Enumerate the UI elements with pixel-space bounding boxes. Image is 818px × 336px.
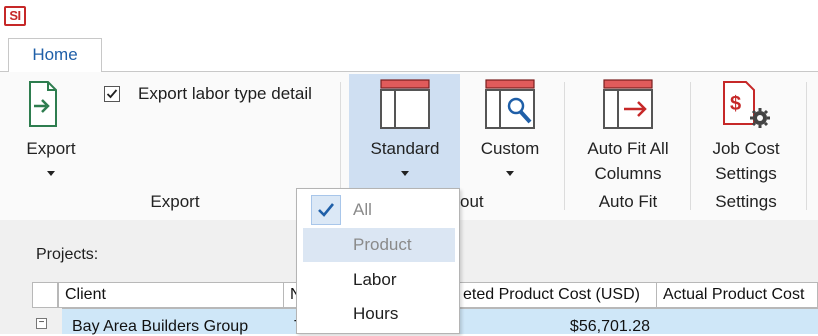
menu-item-hours-label: Hours bbox=[353, 304, 399, 323]
custom-button-label: Custom bbox=[480, 139, 540, 158]
autofit-label-line2: Columns bbox=[594, 164, 662, 183]
column-header-budgeted-product-cost[interactable]: eted Product Cost (USD) bbox=[456, 282, 657, 308]
job-cost-label-line1: Job Cost bbox=[712, 139, 780, 158]
export-labor-checkbox[interactable] bbox=[104, 86, 120, 102]
export-button[interactable]: Export bbox=[14, 78, 88, 184]
row-client: Bay Area Builders Group bbox=[72, 318, 249, 335]
layout-custom-icon bbox=[485, 79, 535, 129]
export-button-label: Export bbox=[26, 139, 76, 158]
custom-button[interactable]: Custom bbox=[462, 78, 558, 184]
chevron-down-icon bbox=[47, 171, 55, 176]
checkmark-icon bbox=[106, 89, 118, 99]
group-label-layout: out bbox=[460, 192, 484, 211]
menu-item-product-label: Product bbox=[353, 235, 412, 254]
group-separator bbox=[690, 82, 691, 210]
check-icon bbox=[311, 195, 341, 225]
group-label-autofit: Auto Fit bbox=[598, 192, 658, 211]
job-cost-settings-icon: $ bbox=[723, 81, 770, 128]
menu-item-all[interactable]: All bbox=[303, 193, 455, 227]
row-budgeted-cost: $56,701.28 bbox=[569, 318, 650, 335]
group-label-export: Export bbox=[150, 192, 200, 211]
projects-label: Projects: bbox=[36, 246, 99, 263]
job-cost-settings-button[interactable]: $ Job Cost Settings bbox=[696, 78, 796, 188]
svg-text:$: $ bbox=[730, 93, 741, 115]
layout-standard-icon bbox=[380, 79, 430, 129]
autofit-all-columns-button[interactable]: Auto Fit All Columns bbox=[572, 78, 684, 188]
app-logo: SI bbox=[4, 6, 26, 26]
autofit-columns-icon bbox=[603, 79, 653, 129]
chevron-down-icon bbox=[401, 171, 409, 176]
job-cost-label-line2: Settings bbox=[715, 164, 777, 183]
tab-home[interactable]: Home bbox=[8, 38, 102, 72]
menu-item-hours[interactable]: Hours bbox=[303, 297, 455, 331]
column-header-actual-product-cost[interactable]: Actual Product Cost bbox=[656, 282, 818, 308]
menu-item-labor[interactable]: Labor bbox=[303, 263, 455, 297]
menu-item-labor-label: Labor bbox=[353, 270, 397, 289]
export-icon bbox=[29, 81, 57, 127]
menu-item-all-label: All bbox=[353, 200, 372, 219]
menu-item-product[interactable]: Product bbox=[303, 228, 455, 262]
standard-button-label: Standard bbox=[370, 139, 440, 158]
group-label-settings: Settings bbox=[715, 192, 777, 211]
group-separator bbox=[806, 82, 807, 210]
chevron-down-icon bbox=[506, 171, 514, 176]
autofit-label-line1: Auto Fit All bbox=[587, 139, 669, 158]
collapse-icon[interactable]: − bbox=[36, 318, 47, 329]
export-labor-checkbox-label: Export labor type detail bbox=[138, 84, 312, 103]
column-header-client[interactable]: Client bbox=[58, 282, 284, 308]
standard-button[interactable]: Standard bbox=[355, 78, 455, 184]
grid-header-corner bbox=[32, 282, 58, 308]
group-separator bbox=[564, 82, 565, 210]
standard-dropdown-menu: All Product Labor Hours bbox=[296, 188, 460, 334]
